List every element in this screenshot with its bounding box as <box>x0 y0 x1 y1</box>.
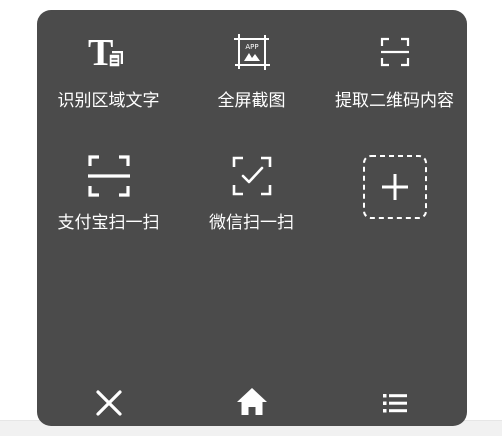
quick-tools-panel: T 识别区域文字 APP 全屏截图 提取二维码内容 支付宝扫一扫 微信扫一扫 <box>37 10 467 426</box>
tool-label: 微信扫一扫 <box>209 213 294 233</box>
text-recognition-icon: T <box>88 32 123 72</box>
wechat-scan-icon <box>232 156 271 196</box>
tool-fullscreen-screenshot[interactable]: APP 全屏截图 <box>180 32 323 142</box>
qr-extract-icon <box>380 37 409 67</box>
tool-recognize-text[interactable]: T 识别区域文字 <box>37 32 180 142</box>
tool-label: 提取二维码内容 <box>335 91 454 111</box>
menu-button[interactable] <box>375 383 415 423</box>
home-icon <box>237 388 267 415</box>
alipay-scan-icon <box>87 155 130 197</box>
tool-label: 支付宝扫一扫 <box>57 213 160 233</box>
menu-list-icon <box>383 394 407 413</box>
tool-extract-qr[interactable]: 提取二维码内容 <box>323 32 466 142</box>
svg-text:APP: APP <box>245 43 258 51</box>
fullscreen-screenshot-icon: APP <box>233 34 270 70</box>
close-icon <box>96 390 122 416</box>
tool-alipay-scan[interactable]: 支付宝扫一扫 <box>37 154 180 264</box>
tool-wechat-scan[interactable]: 微信扫一扫 <box>180 154 323 264</box>
add-icon <box>362 155 427 219</box>
tool-label: 识别区域文字 <box>57 91 160 111</box>
home-button[interactable] <box>232 383 272 423</box>
close-button[interactable] <box>89 383 129 423</box>
add-tool-button[interactable] <box>323 154 466 264</box>
tool-label: 全屏截图 <box>217 91 286 111</box>
